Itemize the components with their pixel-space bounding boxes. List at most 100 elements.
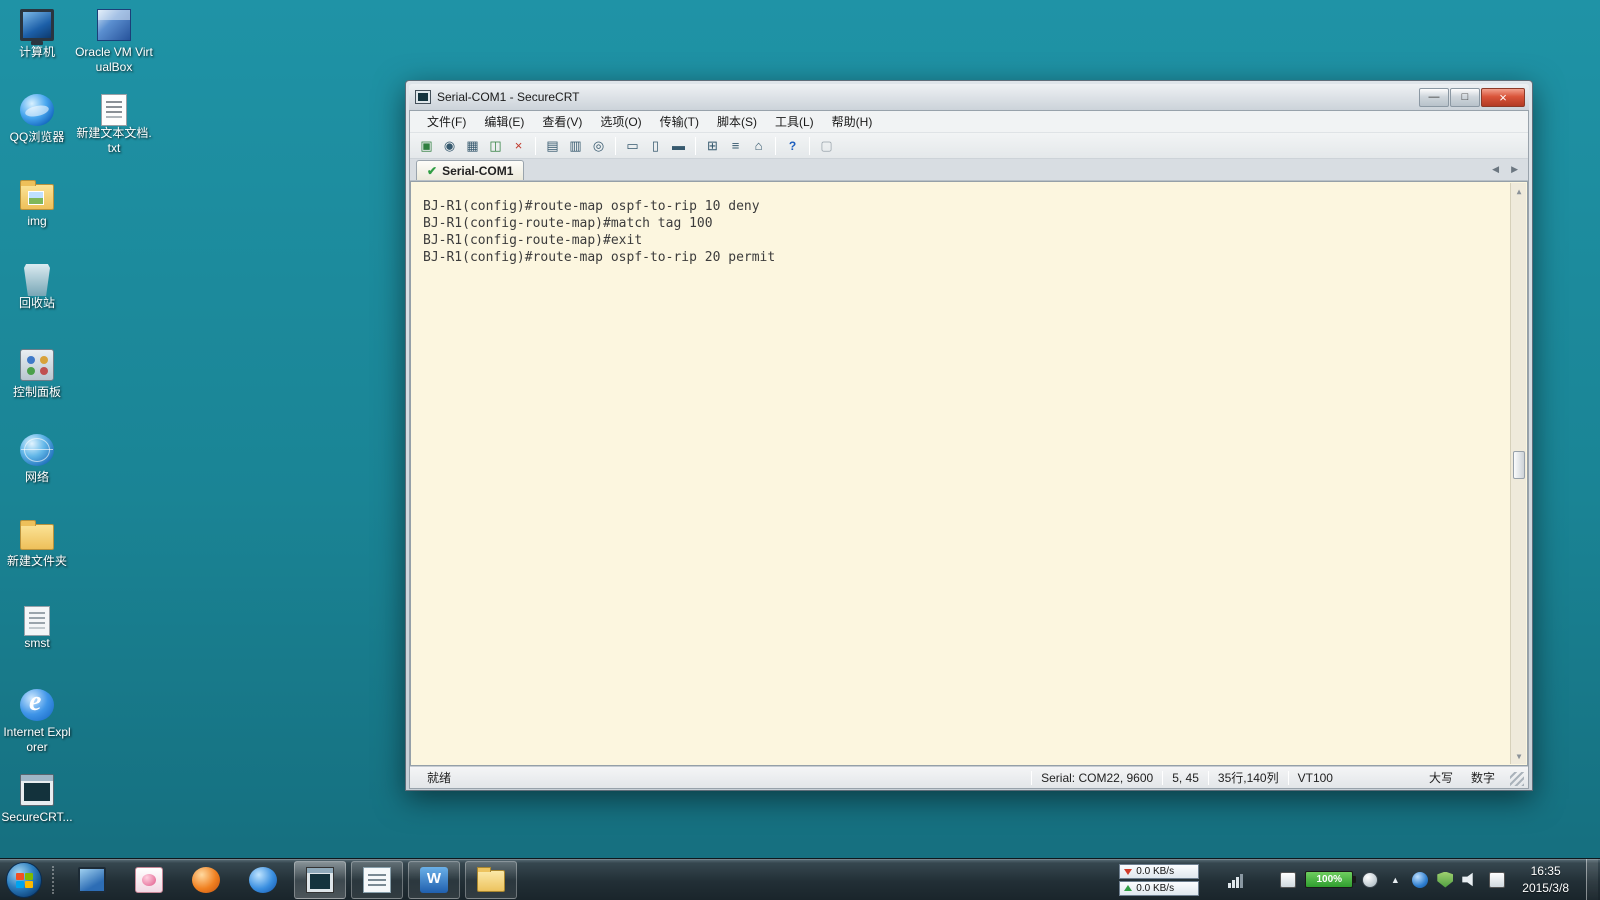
tab-scroll-arrows: ◀ ▶: [1492, 164, 1522, 177]
ime-indicator-icon[interactable]: [1489, 872, 1505, 888]
taskbar-clock[interactable]: 16:35 2015/3/8: [1514, 863, 1577, 895]
status-cursor-position: 5, 45: [1163, 771, 1208, 785]
upload-arrow-icon: [1124, 881, 1132, 891]
menu-script[interactable]: 脚本(S): [708, 110, 766, 133]
tab-scroll-right-icon[interactable]: ▶: [1511, 164, 1518, 175]
network-speed-panel[interactable]: 0.0 KB/s 0.0 KB/s: [1119, 864, 1199, 896]
menu-view[interactable]: 查看(V): [533, 110, 591, 133]
volume-icon[interactable]: [1462, 872, 1480, 888]
properties-icon[interactable]: ⊞: [702, 136, 723, 155]
help-icon[interactable]: ?: [782, 136, 803, 155]
scroll-up-icon[interactable]: ▲: [1513, 185, 1525, 197]
network-icon: [20, 434, 54, 466]
taskbar-running-writer-app[interactable]: [408, 861, 460, 899]
scroll-down-icon[interactable]: ▼: [1513, 750, 1525, 762]
toolbar-separator: [535, 137, 536, 155]
terminal[interactable]: BJ-R1(config)#route-map ospf-to-rip 10 d…: [410, 181, 1528, 766]
desktop-icon-label: 回收站: [19, 296, 55, 311]
desktop-icon-new-folder[interactable]: 新建文件夹: [0, 514, 74, 599]
window-title: Serial-COM1 - SecureCRT: [437, 90, 579, 104]
status-right-group: Serial: COM22, 9600 5, 45 35行,140列 VT100…: [1031, 769, 1524, 786]
folder-icon: [20, 524, 54, 550]
hidden-icons-arrow[interactable]: ▲: [1387, 872, 1403, 888]
tab-label: Serial-COM1: [442, 164, 513, 178]
menu-options[interactable]: 选项(O): [591, 110, 650, 133]
titlebar[interactable]: Serial-COM1 - SecureCRT — □ ×: [409, 84, 1529, 110]
desktop-icon-label: 新建文件夹: [7, 554, 67, 569]
options-icon[interactable]: ≡: [725, 136, 746, 155]
print-icon[interactable]: ▭: [622, 136, 643, 155]
taskbar: 0.0 KB/s 0.0 KB/s 100% ▲: [0, 858, 1600, 900]
qq-browser-icon: [20, 94, 54, 126]
signal-bar: [1228, 883, 1231, 888]
notepad-icon: [363, 867, 391, 893]
computer-icon: [20, 9, 54, 41]
menu-tools[interactable]: 工具(L): [766, 110, 823, 133]
desktop-icon-virtualbox[interactable]: Oracle VM VirtualBox: [74, 4, 154, 89]
desktop-icon-qq-browser[interactable]: QQ浏览器: [0, 89, 74, 174]
antivirus-icon[interactable]: [1412, 872, 1428, 888]
copy-icon[interactable]: ▤: [542, 136, 563, 155]
about-icon[interactable]: ▢: [816, 136, 837, 155]
start-button[interactable]: [6, 862, 42, 898]
taskbar-pinned-computer[interactable]: [66, 861, 118, 899]
desktop-icon-control-panel[interactable]: 控制面板: [0, 344, 74, 429]
desktop: 计算机 QQ浏览器 img 回收站 控制面板 网络 新建文件夹 smst: [0, 0, 1600, 900]
session-manager-icon[interactable]: ◫: [485, 136, 506, 155]
desktop-icon-label: Internet Explorer: [0, 725, 74, 755]
taskbar-running-explorer[interactable]: [465, 861, 517, 899]
print-preview-icon[interactable]: ▯: [645, 136, 666, 155]
taskbar-running-notepad[interactable]: [351, 861, 403, 899]
desktop-icon-new-text-document[interactable]: 新建文本文档.txt: [74, 89, 154, 174]
status-ready: 就绪: [418, 769, 460, 786]
menu-edit[interactable]: 编辑(E): [475, 110, 533, 133]
download-arrow-icon: [1124, 869, 1132, 879]
desktop-icon-internet-explorer[interactable]: Internet Explorer: [0, 684, 74, 769]
action-center-icon[interactable]: [1280, 872, 1296, 888]
taskbar-running-securecrt[interactable]: [294, 861, 346, 899]
quick-connect-icon[interactable]: ◉: [439, 136, 460, 155]
keymap-icon[interactable]: ⌂: [748, 136, 769, 155]
tab-serial-com1[interactable]: ✔ Serial-COM1: [416, 160, 524, 180]
paste-icon[interactable]: ▥: [565, 136, 586, 155]
security-shield-icon[interactable]: [1437, 872, 1453, 888]
image-folder-icon: [20, 184, 54, 210]
menu-file[interactable]: 文件(F): [418, 110, 475, 133]
connect-icon[interactable]: ▣: [416, 136, 437, 155]
tab-bar: ✔ Serial-COM1 ◀ ▶: [410, 159, 1528, 181]
menu-help[interactable]: 帮助(H): [823, 110, 882, 133]
taskbar-pinned-browser-orange[interactable]: [180, 861, 232, 899]
close-button[interactable]: ×: [1481, 88, 1525, 107]
desktop-icon-recycle-bin[interactable]: 回收站: [0, 259, 74, 344]
network-signal-icon[interactable]: [1228, 872, 1243, 888]
desktop-icon-smst[interactable]: smst: [0, 599, 74, 684]
terminal-scrollbar[interactable]: ▲ ▼: [1510, 183, 1526, 764]
desktop-icon-img-folder[interactable]: img: [0, 174, 74, 259]
window-controls: — □ ×: [1418, 88, 1525, 107]
virtualbox-icon: [97, 9, 131, 41]
desktop-icon-label: 控制面板: [13, 385, 61, 400]
desktop-icon-network[interactable]: 网络: [0, 429, 74, 514]
desktop-icon-column-1: 计算机 QQ浏览器 img 回收站 控制面板 网络 新建文件夹 smst: [0, 4, 74, 854]
disconnect-icon[interactable]: ×: [508, 136, 529, 155]
desktop-icon-label: SecureCRT...: [1, 810, 72, 825]
menu-transfer[interactable]: 传输(T): [651, 110, 708, 133]
find-icon[interactable]: ◎: [588, 136, 609, 155]
taskbar-pinned-browser-blue[interactable]: [237, 861, 289, 899]
securecrt-window: Serial-COM1 - SecureCRT — □ × 文件(F) 编辑(E…: [405, 80, 1533, 791]
status-serial: Serial: COM22, 9600: [1032, 771, 1162, 785]
tab-scroll-left-icon[interactable]: ◀: [1492, 164, 1499, 175]
menu-bar: 文件(F) 编辑(E) 查看(V) 选项(O) 传输(T) 脚本(S) 工具(L…: [410, 111, 1528, 133]
battery-indicator[interactable]: 100%: [1305, 871, 1353, 888]
resize-grip[interactable]: [1510, 772, 1524, 786]
power-meter-icon[interactable]: [1362, 872, 1378, 888]
connect-in-tab-icon[interactable]: ▦: [462, 136, 483, 155]
maximize-button[interactable]: □: [1450, 88, 1480, 107]
minimize-button[interactable]: —: [1419, 88, 1449, 107]
print-setup-icon[interactable]: ▬: [668, 136, 689, 155]
desktop-icon-computer[interactable]: 计算机: [0, 4, 74, 89]
show-desktop-button[interactable]: [1586, 859, 1598, 900]
taskbar-pinned-media-app[interactable]: [123, 861, 175, 899]
scrollbar-thumb[interactable]: [1513, 451, 1525, 479]
desktop-icon-securecrt[interactable]: SecureCRT...: [0, 769, 74, 854]
